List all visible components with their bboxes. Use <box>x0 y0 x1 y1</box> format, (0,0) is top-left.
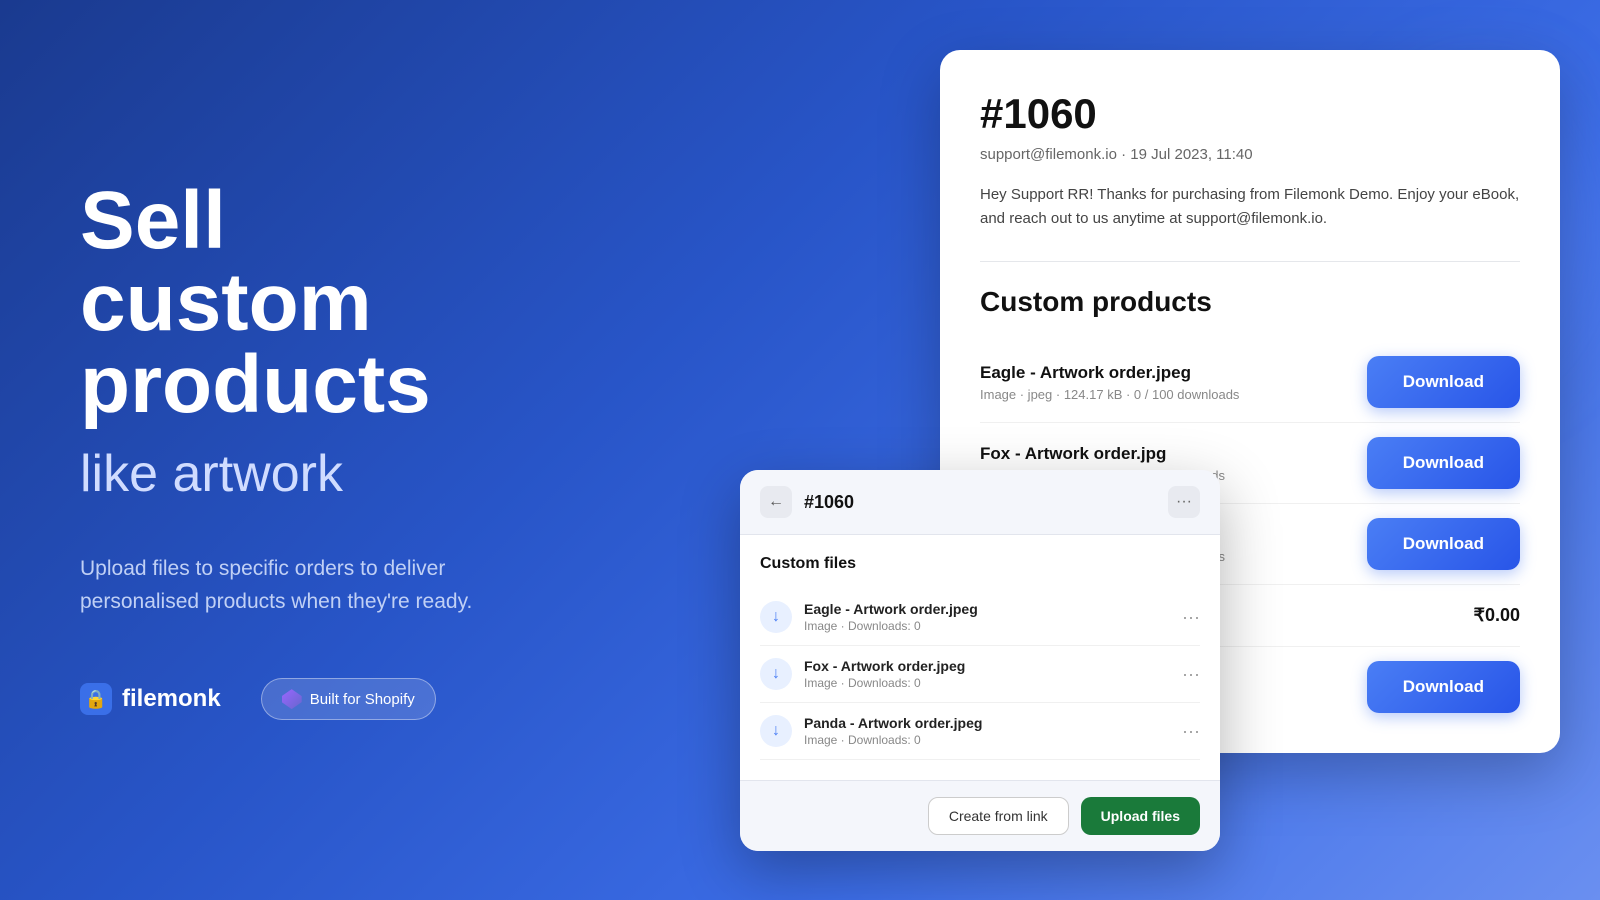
download-button-3[interactable]: Download <box>1367 518 1520 570</box>
product-name-1: Eagle - Artwork order.jpeg <box>980 363 1239 383</box>
hero-section: Sell custom products like artwork Upload… <box>80 0 630 900</box>
admin-file-row-1: ↓ Eagle - Artwork order.jpeg Image · Dow… <box>760 589 1200 646</box>
admin-file-meta-2: Image · Downloads: 0 <box>804 676 1182 690</box>
bottom-bar: 🔒 filemonk Built for Shopify <box>80 678 630 720</box>
order-message: Hey Support RR! Thanks for purchasing fr… <box>980 183 1520 231</box>
shopify-badge[interactable]: Built for Shopify <box>261 678 436 720</box>
brand-name: filemonk <box>122 685 221 713</box>
admin-file-name-1: Eagle - Artwork order.jpeg <box>804 601 1182 617</box>
admin-file-info-2: Fox - Artwork order.jpeg Image · Downloa… <box>804 658 1182 690</box>
download-button-1[interactable]: Download <box>1367 356 1520 408</box>
admin-file-name-2: Fox - Artwork order.jpeg <box>804 658 1182 674</box>
admin-header-left: ← #1060 <box>760 486 854 518</box>
admin-file-name-3: Panda - Artwork order.jpeg <box>804 715 1182 731</box>
admin-file-meta-3: Image · Downloads: 0 <box>804 733 1182 747</box>
right-section: #1060 support@filemonk.io · 19 Jul 2023,… <box>940 50 1560 753</box>
admin-file-row-3: ↓ Panda - Artwork order.jpeg Image · Dow… <box>760 703 1200 760</box>
admin-card: ← #1060 ··· Custom files ↓ Eagle - Artwo… <box>740 470 1220 851</box>
admin-order-number: #1060 <box>804 492 854 513</box>
shopify-diamond-icon <box>282 689 302 709</box>
ebook-download-button[interactable]: Download <box>1367 661 1520 713</box>
shopify-badge-label: Built for Shopify <box>310 691 415 708</box>
product-name-2: Fox - Artwork order.jpg <box>980 444 1225 464</box>
admin-file-info-1: Eagle - Artwork order.jpeg Image · Downl… <box>804 601 1182 633</box>
file-download-icon-2: ↓ <box>760 658 792 690</box>
upload-files-button[interactable]: Upload files <box>1081 797 1200 835</box>
create-from-link-button[interactable]: Create from link <box>928 797 1069 835</box>
download-button-2[interactable]: Download <box>1367 437 1520 489</box>
order-divider <box>980 261 1520 262</box>
admin-footer: Create from link Upload files <box>740 780 1220 851</box>
file-menu-2[interactable]: ··· <box>1182 664 1200 685</box>
file-menu-3[interactable]: ··· <box>1182 721 1200 742</box>
hero-description: Upload files to specific orders to deliv… <box>80 553 520 618</box>
admin-file-meta-1: Image · Downloads: 0 <box>804 619 1182 633</box>
brand-logo: 🔒 filemonk <box>80 683 221 715</box>
ebook-price: ₹0.00 <box>1474 605 1521 626</box>
product-info-1: Eagle - Artwork order.jpeg Image · jpeg … <box>980 363 1239 402</box>
admin-body: Custom files ↓ Eagle - Artwork order.jpe… <box>740 535 1220 780</box>
admin-file-info-3: Panda - Artwork order.jpeg Image · Downl… <box>804 715 1182 747</box>
admin-file-row-2: ↓ Fox - Artwork order.jpeg Image · Downl… <box>760 646 1200 703</box>
order-meta: support@filemonk.io · 19 Jul 2023, 11:40 <box>980 146 1520 163</box>
file-download-icon-3: ↓ <box>760 715 792 747</box>
more-options-button[interactable]: ··· <box>1168 486 1200 518</box>
file-download-icon-1: ↓ <box>760 601 792 633</box>
order-number: #1060 <box>980 90 1520 138</box>
product-meta-1: Image · jpeg · 124.17 kB · 0 / 100 downl… <box>980 387 1239 402</box>
hero-title: Sell custom products <box>80 180 630 426</box>
file-menu-1[interactable]: ··· <box>1182 607 1200 628</box>
admin-section-title: Custom files <box>760 555 1200 573</box>
brand-icon: 🔒 <box>80 683 112 715</box>
admin-header: ← #1060 ··· <box>740 470 1220 535</box>
custom-products-title: Custom products <box>980 286 1520 318</box>
product-row: Eagle - Artwork order.jpeg Image · jpeg … <box>980 342 1520 423</box>
back-button[interactable]: ← <box>760 486 792 518</box>
hero-subtitle: like artwork <box>80 446 630 503</box>
